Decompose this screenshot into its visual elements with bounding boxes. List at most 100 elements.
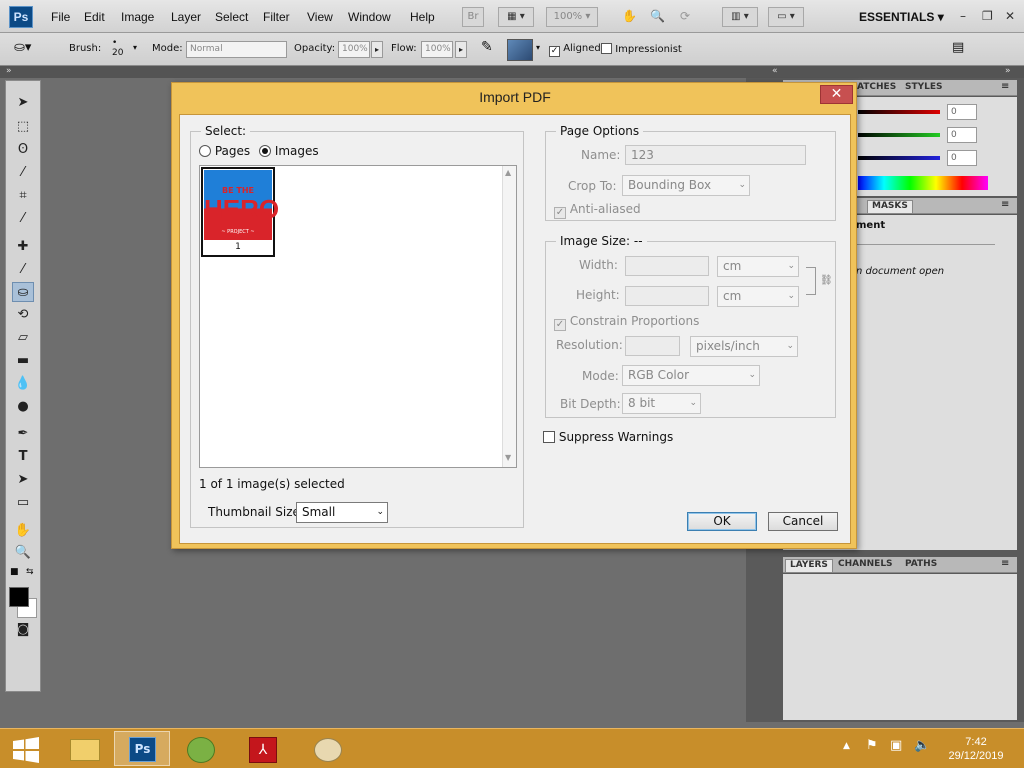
healing-brush-icon[interactable]: ✚ <box>12 237 34 257</box>
aligned-checkbox[interactable]: ✓ Aligned <box>549 43 601 57</box>
menu-layer[interactable]: Layer <box>171 10 201 24</box>
workspace-switcher[interactable]: ESSENTIALS ▾ <box>859 10 944 24</box>
color-spectrum[interactable] <box>858 176 988 190</box>
thumbnail-list[interactable]: BE THE HERO ~ PROJECT ~ 1 ▲ ▼ <box>199 165 517 468</box>
green-value[interactable]: 0 <box>947 127 977 143</box>
hand-tool-icon[interactable]: ✋ <box>12 521 34 541</box>
impressionist-checkbox[interactable]: Impressionist <box>601 43 682 55</box>
menu-window[interactable]: Window <box>348 10 391 24</box>
screen-mode-icon[interactable]: ▦ ▾ <box>498 7 534 27</box>
menu-image[interactable]: Image <box>121 10 154 24</box>
rotate-icon[interactable]: ⟳ <box>680 9 690 23</box>
clone-stamp-tool-icon[interactable]: ⛀ <box>12 282 34 302</box>
scroll-down-icon[interactable]: ▼ <box>505 453 511 462</box>
action-center-icon[interactable]: ⚑ <box>866 738 878 753</box>
shape-tool-icon[interactable]: ▭ <box>12 493 34 513</box>
dodge-tool-icon[interactable]: ● <box>12 397 34 417</box>
expand-icon[interactable]: » <box>1005 66 1011 76</box>
expand-icon[interactable]: » <box>6 66 12 76</box>
opacity-arrow[interactable]: ▸ <box>371 41 383 58</box>
flow-input[interactable]: 100% <box>421 41 453 58</box>
marquee-tool-icon[interactable]: ⬚ <box>12 117 34 137</box>
network-icon[interactable]: ▣ <box>890 738 902 753</box>
photoshop-taskbar[interactable]: Ps <box>114 731 170 766</box>
panel-menu-icon[interactable]: ≡ <box>1001 81 1009 92</box>
acrobat-taskbar[interactable]: ⅄ <box>235 731 291 766</box>
menu-file[interactable]: File <box>51 10 70 24</box>
tab-paths[interactable]: PATHS <box>901 559 941 572</box>
mode-select[interactable]: Normal <box>186 41 287 58</box>
flow-arrow[interactable]: ▸ <box>455 41 467 58</box>
cancel-button[interactable]: Cancel <box>768 512 838 531</box>
screen-icon[interactable]: ▭ ▾ <box>768 7 804 27</box>
clone-stamp-icon[interactable]: ⛀▾ <box>14 40 31 55</box>
thumbnail-scrollbar[interactable]: ▲ ▼ <box>502 166 516 467</box>
corel-taskbar[interactable] <box>173 731 229 766</box>
opacity-input[interactable]: 100% <box>338 41 370 58</box>
menu-filter[interactable]: Filter <box>263 10 290 24</box>
paint-taskbar[interactable] <box>300 731 356 766</box>
menu-help[interactable]: Help <box>410 10 435 24</box>
eyedropper-icon[interactable]: ⁄ <box>12 209 34 229</box>
gradient-tool-icon[interactable]: ▬ <box>12 351 34 371</box>
type-tool-icon[interactable]: T <box>12 447 34 467</box>
arrange-icon[interactable]: ▥ ▾ <box>722 7 758 27</box>
history-brush-icon[interactable]: ⟲ <box>12 305 34 325</box>
default-colors-icon[interactable]: ■ <box>10 567 19 577</box>
tab-swatches[interactable]: ATCHES <box>853 82 900 95</box>
menu-edit[interactable]: Edit <box>84 10 105 24</box>
eraser-tool-icon[interactable]: ▱ <box>12 328 34 348</box>
minimize-icon[interactable]: – <box>960 9 966 23</box>
menu-view[interactable]: View <box>307 10 333 24</box>
bridge-button[interactable]: Br <box>462 7 484 27</box>
tab-channels[interactable]: CHANNELS <box>834 559 897 572</box>
blur-tool-icon[interactable]: 💧 <box>12 374 34 394</box>
panel-menu-icon[interactable]: ≡ <box>1001 199 1009 210</box>
thumbnail-size-select[interactable]: Small ⌄ <box>296 502 388 523</box>
chevron-down-icon[interactable]: ▾ <box>133 43 137 52</box>
green-slider[interactable] <box>858 133 940 137</box>
clone-source-panel-icon[interactable]: ▤ <box>952 40 964 55</box>
file-explorer-taskbar[interactable] <box>57 731 113 766</box>
scroll-up-icon[interactable]: ▲ <box>505 168 511 177</box>
tab-styles[interactable]: STYLES <box>901 82 947 95</box>
thumbnail-item[interactable]: BE THE HERO ~ PROJECT ~ 1 <box>201 167 279 257</box>
zoom-level-select[interactable]: 100% ▾ <box>546 7 598 27</box>
red-slider[interactable] <box>858 110 940 114</box>
menu-select[interactable]: Select <box>215 10 248 24</box>
magic-wand-icon[interactable]: ⁄ <box>12 163 34 183</box>
brush-tool-icon[interactable]: ⁄ <box>12 260 34 280</box>
tab-layers[interactable]: LAYERS <box>785 559 833 572</box>
pen-tool-icon[interactable]: ✒ <box>12 424 34 444</box>
blue-slider[interactable] <box>858 156 940 160</box>
clone-source-icon[interactable] <box>507 39 533 61</box>
start-button[interactable] <box>0 731 50 766</box>
hand-icon[interactable]: ✋ <box>622 9 637 23</box>
pages-radio[interactable]: Pages <box>199 144 250 158</box>
suppress-warnings-checkbox[interactable]: Suppress Warnings <box>543 430 673 444</box>
show-hidden-icons[interactable]: ▲ <box>843 741 850 751</box>
volume-icon[interactable]: 🔈 <box>914 738 930 753</box>
path-selection-icon[interactable]: ➤ <box>12 470 34 490</box>
zoom-tool-icon[interactable]: 🔍 <box>12 543 34 563</box>
crop-tool-icon[interactable]: ⌗ <box>12 186 34 206</box>
foreground-color-swatch[interactable] <box>9 587 29 607</box>
restore-icon[interactable]: ❐ <box>982 9 993 23</box>
move-tool-icon[interactable]: ➤ <box>12 93 34 113</box>
images-radio[interactable]: Images <box>259 144 319 158</box>
tab-masks[interactable]: MASKS <box>867 200 913 213</box>
airbrush-icon[interactable]: ✎ <box>481 39 493 55</box>
zoom-icon[interactable]: 🔍 <box>650 9 665 23</box>
chevron-down-icon[interactable]: ▾ <box>536 43 540 52</box>
close-icon[interactable]: ✕ <box>1005 9 1015 23</box>
brush-preset-picker[interactable]: • 20 <box>112 38 123 58</box>
lasso-tool-icon[interactable]: ʘ <box>12 140 34 160</box>
dialog-close-button[interactable]: ✕ <box>820 85 853 104</box>
blue-value[interactable]: 0 <box>947 150 977 166</box>
swap-colors-icon[interactable]: ⇆ <box>26 567 34 577</box>
clock[interactable]: 7:42 29/12/2019 <box>946 735 1006 763</box>
panel-menu-icon[interactable]: ≡ <box>1001 558 1009 569</box>
collapse-icon[interactable]: « <box>772 66 778 76</box>
quick-mask-icon[interactable]: ◙ <box>12 620 34 640</box>
red-value[interactable]: 0 <box>947 104 977 120</box>
